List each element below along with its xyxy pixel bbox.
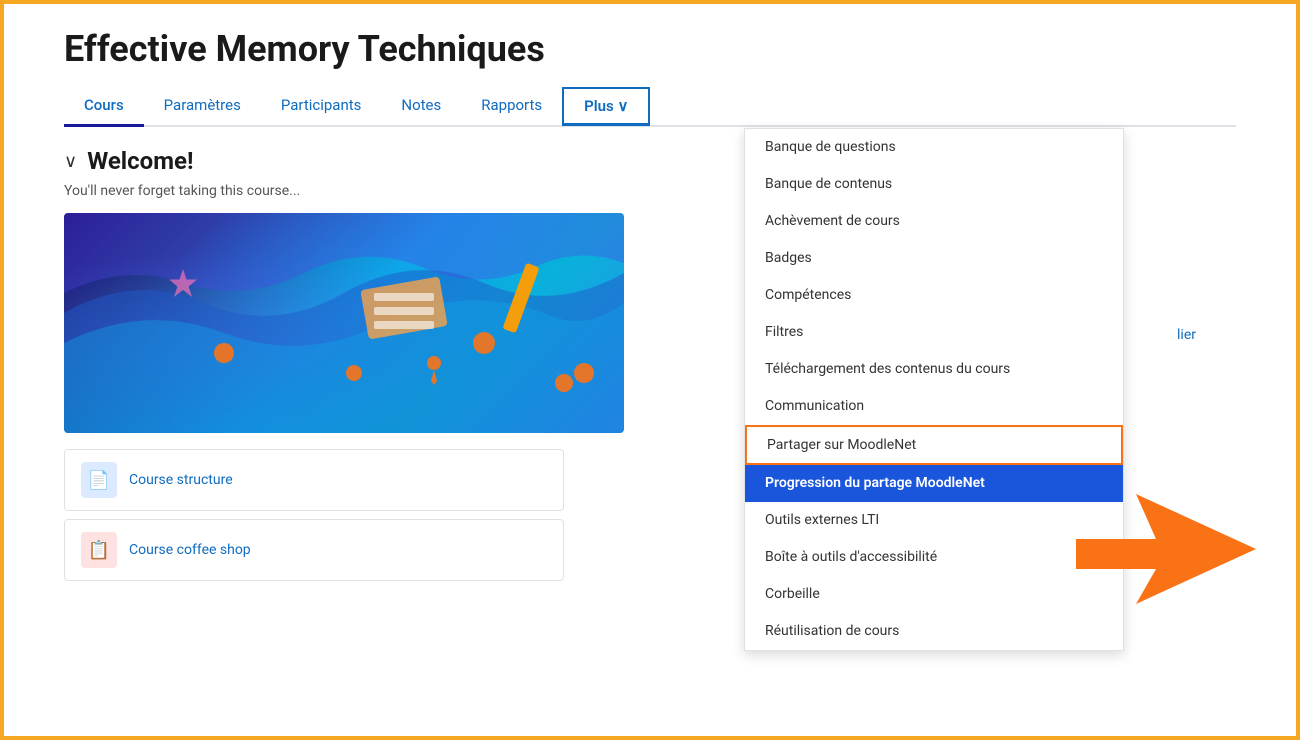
dropdown-item-progression-moodlenet[interactable]: Progression du partage MoodleNet (745, 465, 1123, 502)
dropdown-item-banque-contenus[interactable]: Banque de contenus (745, 166, 1123, 203)
page-title: Effective Memory Techniques (64, 28, 1236, 70)
welcome-title: Welcome! (87, 147, 193, 175)
right-link[interactable]: lier (1177, 327, 1196, 343)
dropdown-item-banque-questions[interactable]: Banque de questions (745, 129, 1123, 166)
tab-parametres[interactable]: Paramètres (144, 86, 261, 127)
dropdown-item-filtres[interactable]: Filtres (745, 314, 1123, 351)
list-item-course-coffee[interactable]: 📋 Course coffee shop (64, 519, 564, 581)
wave-decoration (64, 213, 624, 433)
dropdown-item-competences[interactable]: Compétences (745, 277, 1123, 314)
dropdown-item-outils-externes[interactable]: Outils externes LTI (745, 502, 1123, 539)
dropdown-item-telechargement[interactable]: Téléchargement des contenus du cours (745, 351, 1123, 388)
dropdown-item-communication[interactable]: Communication (745, 388, 1123, 425)
dropdown-item-boite-accessibilite[interactable]: Boîte à outils d'accessibilité (745, 539, 1123, 576)
page-wrapper: Effective Memory Techniques Cours Paramè… (4, 4, 1296, 736)
course-coffee-icon: 📋 (81, 532, 117, 568)
course-structure-icon: 📄 (81, 462, 117, 498)
tab-notes[interactable]: Notes (381, 86, 461, 127)
dropdown-item-achevement[interactable]: Achèvement de cours (745, 203, 1123, 240)
course-structure-label: Course structure (129, 472, 233, 488)
tab-rapports[interactable]: Rapports (461, 86, 562, 127)
course-coffee-label: Course coffee shop (129, 542, 251, 558)
dropdown-item-badges[interactable]: Badges (745, 240, 1123, 277)
tab-participants[interactable]: Participants (261, 86, 382, 127)
orange-arrow (1076, 494, 1256, 618)
dropdown-item-corbeille[interactable]: Corbeille (745, 576, 1123, 613)
dropdown-item-reutilisation[interactable]: Réutilisation de cours (745, 613, 1123, 650)
page-header: Effective Memory Techniques Cours Paramè… (4, 4, 1296, 127)
tab-cours[interactable]: Cours (64, 86, 144, 127)
list-item-course-structure[interactable]: 📄 Course structure (64, 449, 564, 511)
dropdown-menu: Banque de questions Banque de contenus A… (744, 128, 1124, 651)
tab-plus[interactable]: Plus ∨ (562, 87, 650, 126)
nav-tabs: Cours Paramètres Participants Notes Rapp… (64, 86, 1236, 127)
course-image (64, 213, 624, 433)
dropdown-item-partager-moodlenet[interactable]: Partager sur MoodleNet (745, 425, 1123, 465)
chevron-down-icon: ∨ (64, 151, 77, 172)
